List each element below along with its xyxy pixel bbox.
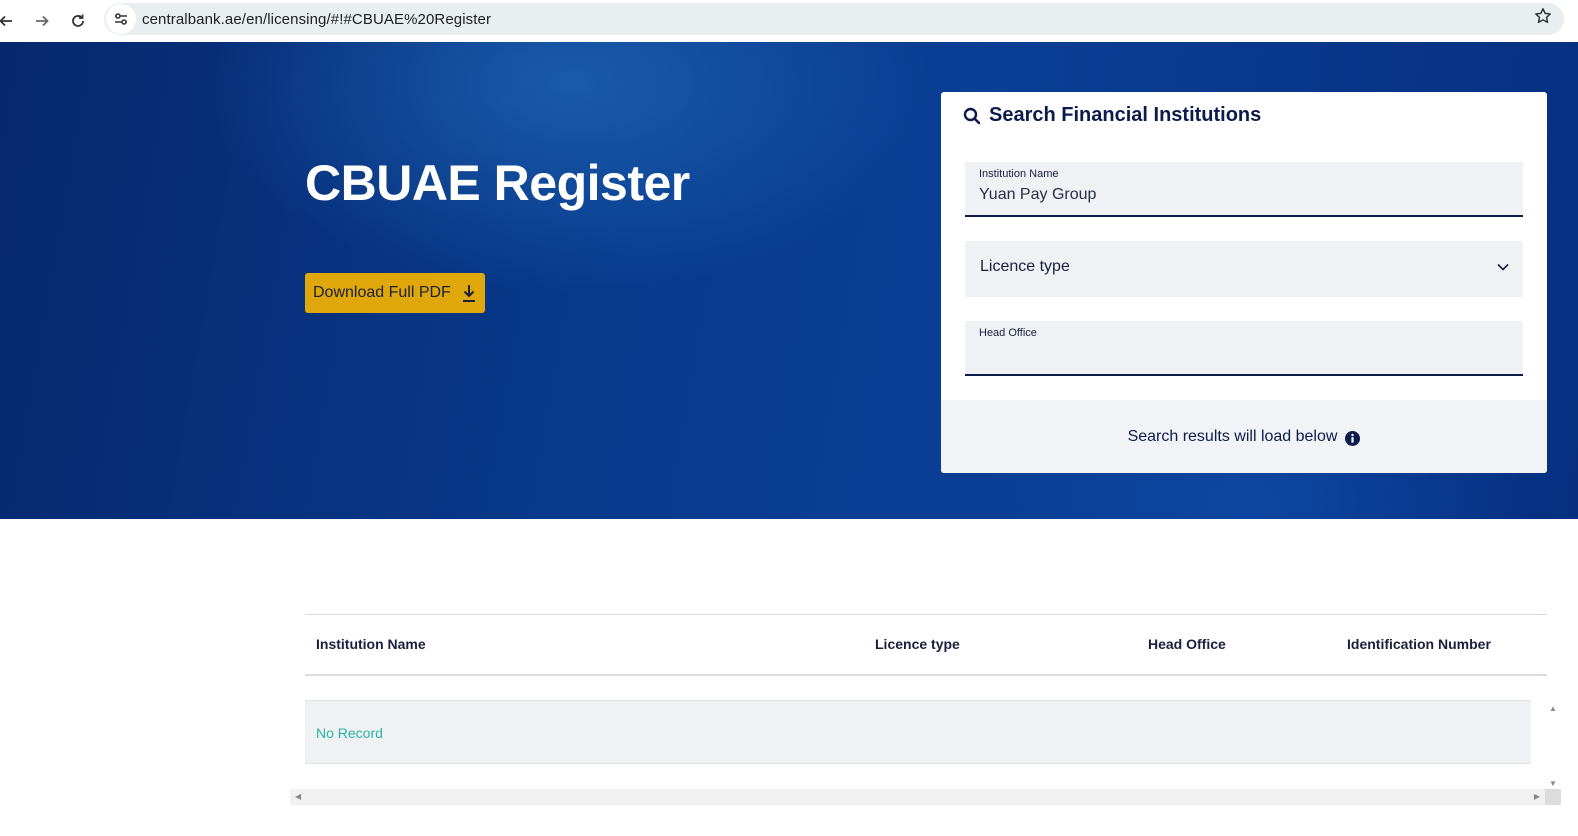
- forward-button[interactable]: [24, 3, 60, 39]
- licence-type-select[interactable]: Licence type: [965, 241, 1523, 297]
- column-header-identification-number[interactable]: Identification Number: [1347, 636, 1491, 652]
- scroll-up-icon[interactable]: ▲: [1549, 704, 1557, 713]
- head-office-label: Head Office: [979, 327, 1037, 339]
- column-header-institution-name[interactable]: Institution Name: [316, 636, 426, 652]
- head-office-input[interactable]: [979, 343, 1499, 365]
- page-title: CBUAE Register: [305, 155, 690, 211]
- column-header-head-office[interactable]: Head Office: [1148, 636, 1226, 652]
- download-icon: [463, 285, 475, 302]
- download-pdf-button[interactable]: Download Full PDF: [305, 273, 485, 313]
- table-header: Institution Name Licence type Head Offic…: [305, 614, 1547, 676]
- url-text[interactable]: centralbank.ae/en/licensing/#!#CBUAE%20R…: [142, 11, 491, 28]
- chevron-down-icon: [1497, 263, 1509, 271]
- address-bar[interactable]: centralbank.ae/en/licensing/#!#CBUAE%20R…: [104, 3, 1564, 35]
- search-icon: [963, 107, 981, 124]
- vertical-scrollbar[interactable]: ▲ ▼: [1545, 700, 1561, 790]
- site-info-button[interactable]: [106, 4, 136, 34]
- bookmark-button[interactable]: [1534, 7, 1552, 31]
- institution-name-input[interactable]: [979, 184, 1499, 206]
- arrow-right-icon: [36, 15, 49, 27]
- download-pdf-label: Download Full PDF: [313, 284, 451, 301]
- tune-icon: [115, 13, 127, 25]
- scroll-down-icon[interactable]: ▼: [1549, 779, 1557, 788]
- no-record-text: No Record: [316, 725, 383, 741]
- licence-type-value: Licence type: [980, 258, 1070, 275]
- head-office-field[interactable]: Head Office: [965, 321, 1523, 376]
- browser-toolbar: centralbank.ae/en/licensing/#!#CBUAE%20R…: [0, 0, 1578, 42]
- search-panel: Search Financial Institutions Institutio…: [941, 92, 1547, 473]
- institution-name-field[interactable]: Institution Name: [965, 162, 1523, 217]
- institution-name-label: Institution Name: [979, 168, 1059, 180]
- info-icon[interactable]: [1345, 430, 1361, 446]
- column-header-licence-type[interactable]: Licence type: [875, 636, 960, 652]
- arrow-left-icon: [0, 15, 12, 27]
- back-button[interactable]: [0, 3, 24, 39]
- search-panel-title-text: Search Financial Institutions: [989, 104, 1262, 126]
- scroll-left-icon[interactable]: ◀: [295, 792, 301, 801]
- scroll-right-icon[interactable]: ▶: [1534, 792, 1540, 801]
- hero-banner: CBUAE Register Download Full PDF Search …: [0, 42, 1578, 519]
- star-icon: [1535, 8, 1551, 24]
- table-row: No Record: [305, 700, 1531, 764]
- search-panel-title: Search Financial Institutions: [963, 104, 1261, 127]
- results-table: Institution Name Licence type Head Offic…: [305, 614, 1547, 764]
- search-results-hint-text: Search results will load below: [1127, 427, 1338, 445]
- reload-button[interactable]: [60, 3, 96, 39]
- reload-icon: [72, 14, 84, 27]
- horizontal-scrollbar[interactable]: ◀ ▶: [290, 789, 1545, 805]
- scrollbar-corner: [1545, 789, 1561, 805]
- search-results-hint: Search results will load below: [941, 400, 1547, 473]
